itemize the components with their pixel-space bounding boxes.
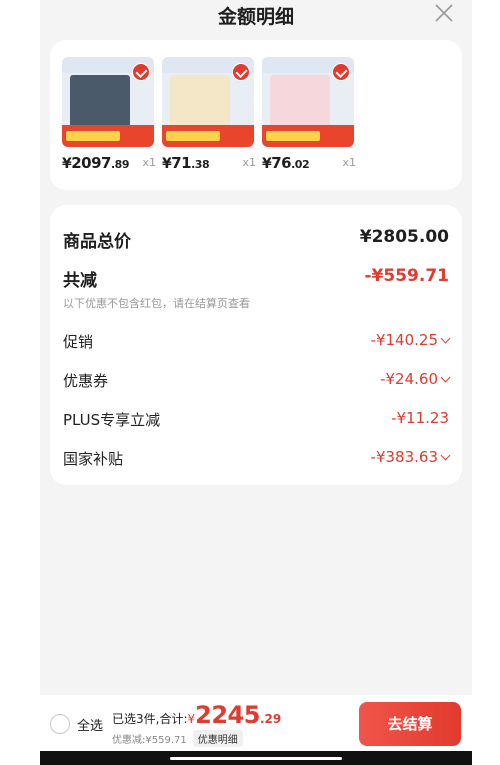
price-summary-card: 商品总价 ¥2805.00 共减 -¥559.71 以下优惠不包含红包，请在结算… [50,205,462,485]
checkout-button[interactable]: 去结算 [359,702,461,746]
discount-row-coupon[interactable]: 优惠券 -¥24.60 [63,370,451,394]
total-reduction-value: -¥559.71 [364,266,450,286]
check-icon [232,63,250,81]
product-price-row: ¥76.02 x1 [262,153,362,173]
product-item[interactable]: ¥76.02 x1 [262,57,356,175]
selected-total: 已选3件,合计:¥2245.29 [112,701,282,729]
home-indicator[interactable] [170,757,342,760]
select-all-label[interactable]: 全选 [77,715,103,734]
total-price-row: 商品总价 ¥2805.00 [63,227,449,252]
close-icon[interactable] [434,3,454,23]
product-price: ¥71.38 [162,154,210,172]
discount-label: 国家补贴 [63,450,124,468]
product-price-row: ¥71.38 x1 [162,153,262,173]
discount-value: -¥24.60 [380,370,451,388]
check-icon [332,63,350,81]
chevron-down-icon [440,372,451,383]
sheet-title: 金额明细 [217,6,294,28]
discount-value: -¥11.23 [391,409,449,427]
discount-note: 以下优惠不包含红包，请在结算页查看 [63,297,250,310]
product-price: ¥2097.89 [62,154,130,172]
total-price-label: 商品总价 [63,232,131,252]
product-thumbnail [162,57,254,147]
discount-label: PLUS专享立减 [63,411,161,429]
product-item[interactable]: ¥2097.89 x1 [62,57,156,175]
total-reduction-row: 共减 -¥559.71 [63,266,450,291]
checkout-bar: 全选 已选3件,合计:¥2245.29 优惠减:¥559.71 优惠明细 去结算 [40,695,472,751]
product-qty: x1 [342,156,356,169]
product-thumbnail [262,57,354,147]
discount-label: 促销 [63,333,94,351]
system-nav-bar [40,751,472,765]
product-price: ¥76.02 [262,154,310,172]
total-price-value: ¥2805.00 [359,227,449,247]
chevron-down-icon [440,333,451,344]
product-thumbnail [62,57,154,147]
product-qty: x1 [242,156,256,169]
sheet-header: 金额明细 [40,0,472,32]
saved-amount: 优惠减:¥559.71 优惠明细 [112,730,243,747]
discount-row-promotion[interactable]: 促销 -¥140.25 [63,331,451,355]
discount-row-plus: PLUS专享立减 -¥11.23 [63,409,449,433]
discount-value: -¥383.63 [371,448,451,466]
product-price-row: ¥2097.89 x1 [62,153,162,173]
check-icon [132,63,150,81]
product-item[interactable]: ¥71.38 x1 [162,57,256,175]
products-card: ¥2097.89 x1 ¥71.38 x1 ¥76.02 x1 [50,40,462,190]
discount-value: -¥140.25 [371,331,451,349]
chevron-down-icon [440,450,451,461]
amount-detail-sheet: 金额明细 ¥2097.89 x1 ¥71.38 x1 ¥76.02 x1 商品总… [40,0,472,765]
discount-label: 优惠券 [63,372,109,390]
discount-row-subsidy[interactable]: 国家补贴 -¥383.63 [63,448,451,472]
product-qty: x1 [142,156,156,169]
select-all-radio[interactable] [50,714,70,734]
discount-detail-tag[interactable]: 优惠明细 [192,730,243,747]
total-reduction-label: 共减 [63,271,97,291]
